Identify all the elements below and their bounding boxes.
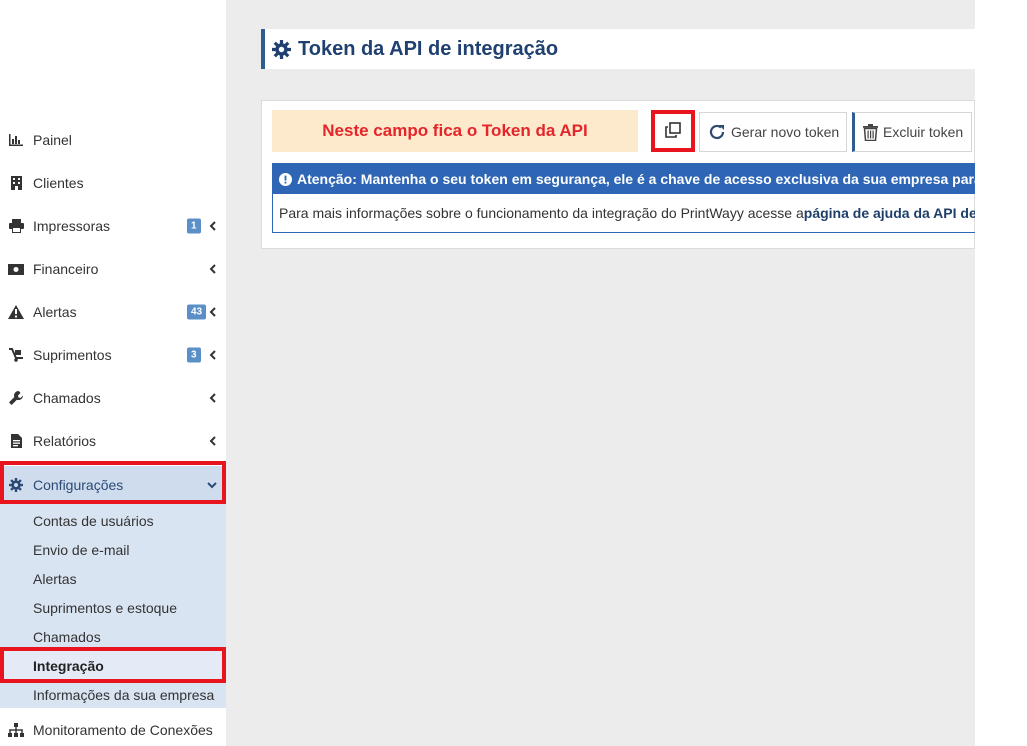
sidebar-item-clientes[interactable]: Clientes xyxy=(0,165,226,201)
chevron-left-icon xyxy=(207,350,217,360)
wrench-icon xyxy=(8,390,24,406)
sidebar-item-monitoramento[interactable]: Monitoramento de Conexões xyxy=(0,712,226,746)
sidebar-item-impressoras[interactable]: Impressoras 1 xyxy=(0,208,226,244)
printer-icon xyxy=(8,218,24,234)
alert-text: Para mais informações sobre o funcioname… xyxy=(279,205,804,221)
sidebar-item-label: Impressoras xyxy=(33,218,111,234)
alert-header: Atenção: Mantenha o seu token em seguran… xyxy=(273,164,975,194)
exclamation-circle-icon xyxy=(279,172,292,186)
token-card: Neste campo fica o Token da API Gerar no… xyxy=(261,100,975,249)
gear-icon xyxy=(272,39,292,59)
sidebar-item-label: Monitoramento de Conexões xyxy=(33,722,213,738)
submenu-item-label: Chamados xyxy=(33,628,101,645)
copy-token-button[interactable] xyxy=(651,110,695,152)
chevron-left-icon xyxy=(207,393,217,403)
right-margin xyxy=(975,0,1027,746)
sidebar-item-label: Configurações xyxy=(33,477,124,493)
submenu-item-label: Informações da sua empresa xyxy=(33,686,215,703)
submenu-item-label: Integração xyxy=(33,657,104,674)
regenerate-token-button[interactable]: Gerar novo token xyxy=(699,112,847,152)
chevron-down-icon xyxy=(207,480,217,490)
main-content: Token da API de integração Neste campo f… xyxy=(226,0,975,746)
chevron-left-icon xyxy=(207,264,217,274)
sidebar-item-suprimentos[interactable]: Suprimentos 3 xyxy=(0,337,226,373)
sidebar-item-chamados[interactable]: Chamados xyxy=(0,380,226,416)
page-header: Token da API de integração xyxy=(261,29,975,69)
submenu-item-label: Suprimentos e estoque xyxy=(33,599,177,616)
chevron-left-icon xyxy=(207,436,217,446)
building-icon xyxy=(8,175,24,191)
submenu-configuracoes: Contas de usuários Envio de e-mail Alert… xyxy=(0,504,226,708)
bar-chart-icon xyxy=(8,132,24,148)
api-help-link[interactable]: página de ajuda da API de i xyxy=(804,205,975,221)
sidebar-item-alertas[interactable]: Alertas 43 xyxy=(0,294,226,330)
count-badge: 3 xyxy=(187,347,201,363)
sidebar-item-financeiro[interactable]: Financeiro xyxy=(0,251,226,287)
money-icon xyxy=(8,261,24,277)
copy-icon xyxy=(665,121,681,141)
regenerate-token-label: Gerar novo token xyxy=(731,124,840,140)
token-field-annotation: Neste campo fica o Token da API xyxy=(322,121,588,140)
trash-icon xyxy=(863,123,878,141)
sidebar: Painel Clientes Impressoras 1 Financeiro… xyxy=(0,0,226,746)
alert-body: Para mais informações sobre o funcioname… xyxy=(273,194,975,232)
sitemap-icon xyxy=(8,722,24,738)
submenu-item-suprimentos[interactable]: Suprimentos e estoque xyxy=(0,593,226,622)
submenu-item-empresa[interactable]: Informações da sua empresa xyxy=(0,680,226,709)
file-icon xyxy=(8,433,24,449)
delete-token-label: Excluir token xyxy=(883,124,964,140)
sidebar-item-label: Alertas xyxy=(33,304,77,320)
sidebar-item-label: Suprimentos xyxy=(33,347,112,363)
alert-title: Atenção: Mantenha o seu token em seguran… xyxy=(297,171,975,187)
sidebar-item-painel[interactable]: Painel xyxy=(0,122,226,158)
sidebar-item-label: Chamados xyxy=(33,390,101,406)
dolly-icon xyxy=(8,347,24,363)
sidebar-item-label: Financeiro xyxy=(33,261,99,277)
sidebar-item-label: Painel xyxy=(33,132,72,148)
security-alert: Atenção: Mantenha o seu token em seguran… xyxy=(272,163,975,233)
token-field[interactable]: Neste campo fica o Token da API xyxy=(272,110,638,152)
sidebar-item-label: Relatórios xyxy=(33,433,97,449)
sidebar-item-configuracoes[interactable]: Configurações xyxy=(0,466,226,504)
submenu-item-label: Envio de e-mail xyxy=(33,541,130,558)
sidebar-item-label: Clientes xyxy=(33,175,84,191)
submenu-item-integracao[interactable]: Integração xyxy=(0,651,226,680)
warning-icon xyxy=(8,304,24,320)
submenu-item-label: Contas de usuários xyxy=(33,512,154,529)
submenu-item-email[interactable]: Envio de e-mail xyxy=(0,535,226,564)
count-badge: 1 xyxy=(187,218,201,234)
sidebar-item-relatorios[interactable]: Relatórios xyxy=(0,423,226,459)
gear-icon xyxy=(8,477,24,493)
submenu-item-label: Alertas xyxy=(33,570,77,587)
submenu-item-alertas[interactable]: Alertas xyxy=(0,564,226,593)
refresh-icon xyxy=(708,123,726,141)
delete-token-button[interactable]: Excluir token xyxy=(852,112,972,152)
page-title: Token da API de integração xyxy=(298,37,559,60)
chevron-left-icon xyxy=(207,221,217,231)
count-badge: 43 xyxy=(187,304,207,320)
submenu-item-contas[interactable]: Contas de usuários xyxy=(0,506,226,535)
chevron-left-icon xyxy=(207,307,217,317)
submenu-item-chamados[interactable]: Chamados xyxy=(0,622,226,651)
